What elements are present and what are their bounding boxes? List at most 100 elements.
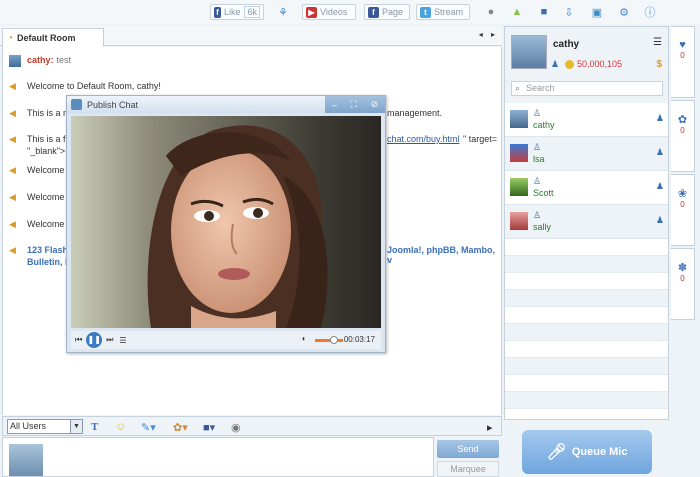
message-row: ◀ Welcome t xyxy=(9,219,69,230)
audience-select[interactable]: All Users ▼ xyxy=(7,419,83,434)
stream-label: Stream xyxy=(434,7,464,17)
speaker-icon: ◀ xyxy=(9,134,16,144)
message-text: Welcome t xyxy=(27,192,70,202)
message-text: Welcome t xyxy=(27,165,70,175)
emoji-icon[interactable]: ☺ xyxy=(115,420,126,434)
gear-icon[interactable]: ⚙ xyxy=(617,5,631,19)
like-label: Like xyxy=(223,7,241,17)
message-row: ◀ Welcome to Default Room, cathy! xyxy=(9,81,161,92)
user-name: lsa xyxy=(533,154,545,164)
gift-tab[interactable]: ✿ 0 xyxy=(671,100,695,172)
message-row-continued: Bulletin, I xyxy=(27,257,68,267)
next-icon[interactable]: ⏭ xyxy=(106,335,113,345)
gift-icon: ♥ xyxy=(679,39,686,51)
like-count: 6k xyxy=(244,6,260,18)
gift-icon: ✽ xyxy=(677,262,688,274)
user-action-icon[interactable]: ♟ xyxy=(656,113,664,124)
tab-default-room[interactable]: ◔ Default Room xyxy=(2,28,104,47)
user-list-item[interactable]: ♙ sally ♟ xyxy=(505,205,668,239)
video-controls: ⏮ ❚❚ ⏭ ☰ ◖ 00:03:17 xyxy=(71,331,381,349)
download-icon[interactable]: ⇩ xyxy=(562,5,576,19)
empty-row xyxy=(505,273,668,290)
volume-slider[interactable] xyxy=(315,339,343,342)
page-button[interactable]: f Page xyxy=(364,4,410,20)
chevron-right-icon[interactable]: ▸ xyxy=(487,420,493,434)
gift-icon[interactable]: ▣ xyxy=(590,5,604,19)
apple-icon[interactable]: ● xyxy=(484,5,498,19)
android-icon[interactable]: ▲ xyxy=(510,5,524,19)
empty-row xyxy=(505,324,668,341)
videos-button[interactable]: ▶ Videos xyxy=(302,4,356,20)
my-avatar xyxy=(9,444,43,476)
text-format-icon[interactable]: T xyxy=(91,420,98,434)
playlist-icon[interactable]: ☰ xyxy=(119,336,126,345)
camera-icon[interactable]: ◉ xyxy=(231,420,241,434)
my-profile-avatar[interactable] xyxy=(511,35,547,69)
message-text: 123 Flash xyxy=(27,245,69,255)
gift-tab[interactable]: ♥ 0 xyxy=(671,26,695,98)
butterfly-icon[interactable]: ⚘ xyxy=(276,5,290,19)
marquee-button[interactable]: Marquee xyxy=(437,461,499,477)
message-input[interactable] xyxy=(2,437,434,477)
previous-icon[interactable]: ⏮ xyxy=(75,335,82,345)
user-list-item[interactable]: ♙ Scott ♟ xyxy=(505,171,668,205)
publish-chat-window[interactable]: Publish Chat – ⛶ ⊘ ⏮ ❚❚ ⏭ ☰ ◖ 00:03:17 xyxy=(66,95,386,353)
window-controls: – ⛶ ⊘ xyxy=(325,96,385,113)
gift-tab[interactable]: ✽ 0 xyxy=(671,248,695,320)
user-list-panel: cathy ♟ 50,000,105 ☰ $ ⌕ Search ♙ cathy … xyxy=(504,26,669,420)
coin-balance: 50,000,105 xyxy=(565,59,622,69)
minimize-icon[interactable]: – xyxy=(332,100,337,110)
menu-icon[interactable]: ☰ xyxy=(653,37,662,48)
fullscreen-icon[interactable]: ⛶ xyxy=(351,99,357,110)
settings-icon[interactable]: ⊘ xyxy=(371,99,379,110)
user-action-icon[interactable]: ♟ xyxy=(656,147,664,158)
user-name: sally xyxy=(533,222,552,232)
my-profile-name: cathy xyxy=(553,39,580,50)
stream-button[interactable]: t Stream xyxy=(416,4,470,20)
send-button[interactable]: Send xyxy=(437,440,499,458)
my-profile-box: cathy ♟ 50,000,105 ☰ $ ⌕ Search xyxy=(505,27,668,103)
message-text: This is a fr xyxy=(27,134,69,144)
queue-mic-button[interactable]: 🎤︎ Queue Mic xyxy=(522,430,652,474)
dollar-icon[interactable]: $ xyxy=(656,59,662,70)
coin-icon xyxy=(565,59,574,69)
input-toolbar: All Users ▼ T ☺ ✎▾ ✿▾ ■▾ ◉ ▸ xyxy=(2,416,502,436)
microphone-icon: 🎤︎ xyxy=(546,444,567,461)
info-icon[interactable]: ⓘ xyxy=(643,5,657,19)
user-avatar xyxy=(510,178,528,196)
user-avatar xyxy=(510,110,528,128)
volume-icon[interactable]: ◖ xyxy=(301,334,306,343)
empty-row xyxy=(505,239,668,256)
queue-mic-label: Queue Mic xyxy=(571,446,628,458)
speaker-icon: ◀ xyxy=(9,165,16,175)
like-button[interactable]: f Like 6k xyxy=(210,4,264,20)
pencil-icon[interactable]: ✎▾ xyxy=(141,420,156,434)
user-role-icon: ♙ xyxy=(533,176,542,186)
youtube-icon: ▶ xyxy=(306,6,317,18)
user-avatar xyxy=(510,144,528,162)
message-username[interactable]: cathy: xyxy=(27,55,54,65)
window-title: Publish Chat xyxy=(87,99,139,110)
user-list-item[interactable]: ♙ cathy ♟ xyxy=(505,103,668,137)
volume-knob[interactable] xyxy=(330,336,338,344)
app-icon[interactable]: ■ xyxy=(537,5,551,19)
room-tab-bar: ◔ Default Room ◂ ▸ xyxy=(0,26,502,47)
pause-button[interactable]: ❚❚ xyxy=(86,332,103,348)
palette-icon[interactable]: ✿▾ xyxy=(173,420,188,434)
tab-nav-arrows[interactable]: ◂ ▸ xyxy=(479,30,498,39)
user-role-icon: ♙ xyxy=(533,108,542,118)
facebook-share-icon[interactable]: ■▾ xyxy=(203,420,215,434)
room-tab-label: Default Room xyxy=(17,33,76,43)
message-link[interactable]: chat.com/buy.html xyxy=(387,134,459,144)
search-input[interactable]: ⌕ Search xyxy=(511,81,663,96)
coin-amount: 50,000,105 xyxy=(577,59,623,69)
speaker-icon: ◀ xyxy=(9,219,16,229)
user-action-icon[interactable]: ♟ xyxy=(656,215,664,226)
video-feed xyxy=(71,116,381,328)
video-frame xyxy=(71,116,381,328)
empty-row xyxy=(505,307,668,324)
user-action-icon[interactable]: ♟ xyxy=(656,181,664,192)
gift-tab[interactable]: ❀ 0 xyxy=(671,174,695,246)
user-list-item[interactable]: ♙ lsa ♟ xyxy=(505,137,668,171)
message-row: cathy: test xyxy=(9,55,71,67)
